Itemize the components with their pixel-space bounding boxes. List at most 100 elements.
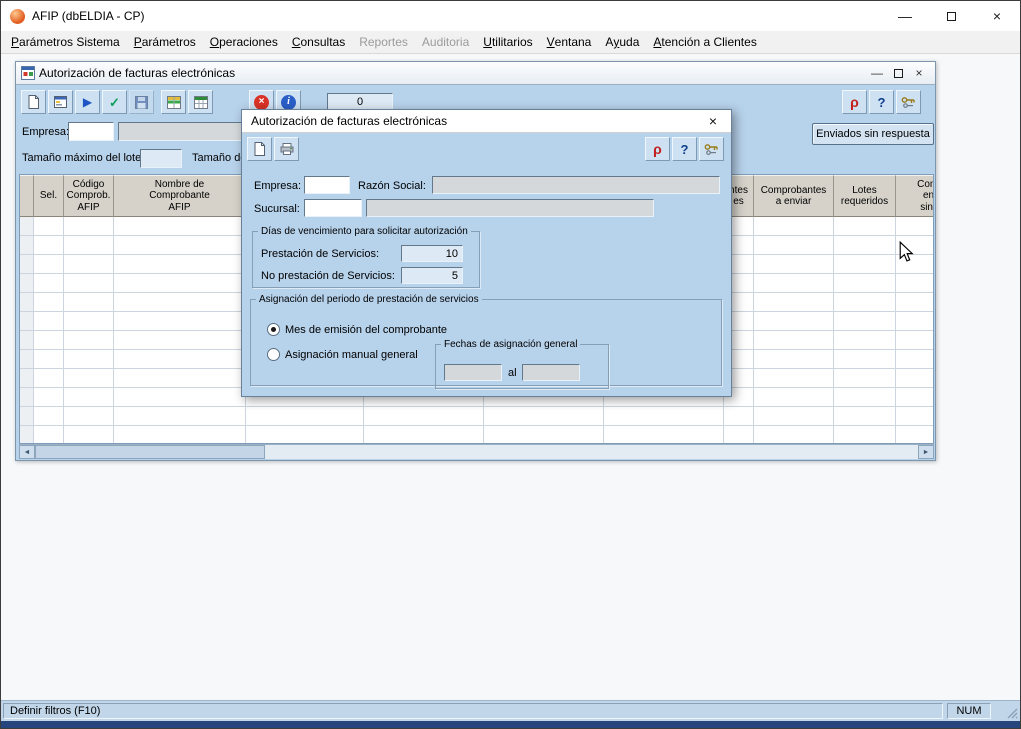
table-cell[interactable] xyxy=(34,255,64,274)
table-cell[interactable] xyxy=(834,350,896,369)
help-button[interactable]: ? xyxy=(869,90,894,114)
table-cell[interactable] xyxy=(64,331,114,350)
dialog-filter-button[interactable]: ρ xyxy=(645,137,670,161)
table-cell[interactable] xyxy=(834,312,896,331)
scroll-left-button[interactable]: ◄ xyxy=(19,445,35,459)
table-cell[interactable] xyxy=(896,293,934,312)
table-cell[interactable] xyxy=(64,217,114,236)
filter-button[interactable]: ρ xyxy=(842,90,867,114)
table-row[interactable] xyxy=(20,407,933,426)
dialog-close-button[interactable]: × xyxy=(695,110,731,132)
menu-item-parámetros[interactable]: Parámetros xyxy=(127,31,203,53)
table-cell[interactable] xyxy=(754,255,834,274)
table-cell[interactable] xyxy=(20,293,34,312)
table-cell[interactable] xyxy=(754,331,834,350)
table-cell[interactable] xyxy=(114,217,246,236)
table-cell[interactable] xyxy=(754,293,834,312)
scroll-thumb[interactable] xyxy=(35,445,265,459)
menu-item-ventana[interactable]: Ventana xyxy=(540,31,599,53)
child-close-button[interactable]: × xyxy=(913,66,925,80)
table-cell[interactable] xyxy=(114,236,246,255)
confirm-button[interactable]: ✓ xyxy=(102,90,127,114)
radio-asignacion-manual[interactable] xyxy=(267,348,280,361)
table-cell[interactable] xyxy=(64,255,114,274)
scroll-track[interactable] xyxy=(265,445,918,459)
table-cell[interactable] xyxy=(64,407,114,426)
table-cell[interactable] xyxy=(34,293,64,312)
table-cell[interactable] xyxy=(604,407,724,426)
no-prestacion-field[interactable]: 5 xyxy=(401,267,463,284)
table-cell[interactable] xyxy=(114,293,246,312)
table-cell[interactable] xyxy=(34,217,64,236)
table-cell[interactable] xyxy=(834,331,896,350)
child-window-titlebar[interactable]: Autorización de facturas electrónicas — … xyxy=(16,62,935,85)
table-column-header[interactable]: Lotes requeridos xyxy=(834,175,896,217)
dialog-help-button[interactable]: ? xyxy=(672,137,697,161)
lots-button[interactable] xyxy=(161,90,186,114)
table-cell[interactable] xyxy=(754,426,834,444)
table-column-header[interactable]: Nombre de Comprobante AFIP xyxy=(114,175,246,217)
table-cell[interactable] xyxy=(34,236,64,255)
window-titlebar[interactable]: AFIP (dbELDIA - CP) — × xyxy=(1,1,1020,31)
dialog-titlebar[interactable]: Autorización de facturas electrónicas × xyxy=(242,110,731,133)
table-cell[interactable] xyxy=(896,217,934,236)
table-cell[interactable] xyxy=(114,274,246,293)
dialog-print-button[interactable] xyxy=(274,137,299,161)
scroll-right-button[interactable]: ► xyxy=(918,445,934,459)
table-column-header[interactable]: Comproba enviado sin respu xyxy=(896,175,934,217)
table-cell[interactable] xyxy=(20,255,34,274)
table-cell[interactable] xyxy=(754,388,834,407)
table-cell[interactable] xyxy=(34,331,64,350)
table-cell[interactable] xyxy=(114,407,246,426)
run-button[interactable]: ▶ xyxy=(75,90,100,114)
table-cell[interactable] xyxy=(754,312,834,331)
minimize-button[interactable]: — xyxy=(882,1,928,31)
table-cell[interactable] xyxy=(834,217,896,236)
table-cell[interactable] xyxy=(64,312,114,331)
menu-item-ayuda[interactable]: Ayuda xyxy=(598,31,646,53)
table-cell[interactable] xyxy=(34,388,64,407)
empresa-field[interactable] xyxy=(68,122,114,141)
table-cell[interactable] xyxy=(20,369,34,388)
table-cell[interactable] xyxy=(64,426,114,444)
table-cell[interactable] xyxy=(20,312,34,331)
table-column-header[interactable] xyxy=(20,175,34,217)
table-cell[interactable] xyxy=(64,388,114,407)
table-cell[interactable] xyxy=(34,407,64,426)
table-cell[interactable] xyxy=(20,217,34,236)
table-cell[interactable] xyxy=(724,407,754,426)
dialog-empresa-field[interactable] xyxy=(304,176,350,194)
tamano-lote-field[interactable] xyxy=(140,149,182,168)
new-button[interactable] xyxy=(21,90,46,114)
table-cell[interactable] xyxy=(754,407,834,426)
table-cell[interactable] xyxy=(834,369,896,388)
table-cell[interactable] xyxy=(20,426,34,444)
table-column-header[interactable]: Comprobantes a enviar xyxy=(754,175,834,217)
table-cell[interactable] xyxy=(114,255,246,274)
table-cell[interactable] xyxy=(754,369,834,388)
dialog-new-button[interactable] xyxy=(247,137,272,161)
table-cell[interactable] xyxy=(484,407,604,426)
save-button[interactable] xyxy=(129,90,154,114)
table-cell[interactable] xyxy=(896,312,934,331)
table-cell[interactable] xyxy=(364,407,484,426)
table-cell[interactable] xyxy=(834,407,896,426)
table-cell[interactable] xyxy=(64,350,114,369)
table-cell[interactable] xyxy=(754,350,834,369)
table-cell[interactable] xyxy=(896,331,934,350)
table-cell[interactable] xyxy=(896,274,934,293)
table-cell[interactable] xyxy=(64,274,114,293)
table-cell[interactable] xyxy=(114,331,246,350)
properties-button[interactable] xyxy=(48,90,73,114)
table-cell[interactable] xyxy=(20,331,34,350)
radio-mes-emision[interactable] xyxy=(267,323,280,336)
table-cell[interactable] xyxy=(246,407,364,426)
table-cell[interactable] xyxy=(754,217,834,236)
horizontal-scrollbar[interactable]: ◄ ► xyxy=(19,444,934,459)
keys-button[interactable] xyxy=(896,90,921,114)
table-cell[interactable] xyxy=(114,312,246,331)
table-cell[interactable] xyxy=(834,255,896,274)
table-cell[interactable] xyxy=(20,350,34,369)
table-cell[interactable] xyxy=(34,350,64,369)
table-cell[interactable] xyxy=(834,388,896,407)
